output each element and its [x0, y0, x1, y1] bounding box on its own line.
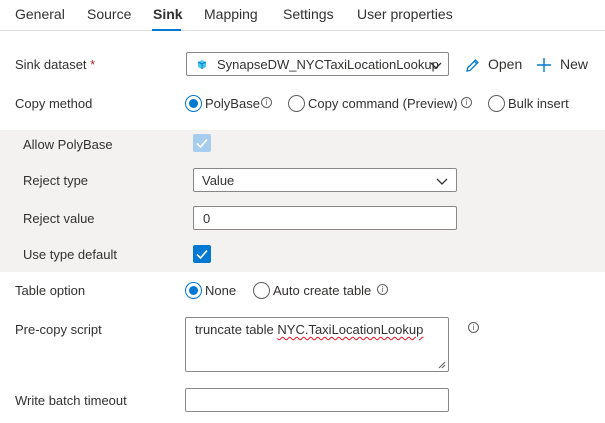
- radio-unselected-icon: [253, 282, 270, 299]
- info-icon[interactable]: i: [468, 322, 479, 333]
- pre-copy-script-textarea[interactable]: truncate table NYC.TaxiLocationLookup: [185, 317, 449, 372]
- sink-dataset-label: Sink dataset *: [15, 57, 96, 72]
- plus-icon: [537, 58, 551, 72]
- table-option-label: Table option: [15, 283, 86, 298]
- tab-general[interactable]: General: [15, 6, 65, 22]
- use-type-default-checkbox[interactable]: [193, 245, 211, 263]
- reject-value-label: Reject value: [23, 211, 95, 226]
- copy-method-label: Copy method: [15, 96, 93, 111]
- write-batch-timeout-label: Write batch timeout: [15, 393, 127, 408]
- sink-dataset-value: SynapseDW_NYCTaxiLocationLookup: [217, 57, 439, 72]
- info-icon[interactable]: i: [461, 97, 472, 108]
- radio-selected-icon: [185, 282, 202, 299]
- tab-bar: General Source Sink Mapping Settings Use…: [0, 0, 605, 31]
- tab-source[interactable]: Source: [87, 6, 131, 22]
- radio-unselected-icon: [488, 95, 505, 112]
- chevron-down-icon: [436, 178, 448, 185]
- checkmark-icon: [196, 249, 208, 260]
- radio-label: Bulk insert: [508, 96, 569, 111]
- radio-selected-icon: [185, 95, 202, 112]
- pre-copy-script-label: Pre-copy script: [15, 322, 102, 337]
- tab-user-properties[interactable]: User properties: [357, 6, 453, 22]
- reject-type-value: Value: [202, 173, 235, 188]
- edit-pencil-icon: [466, 59, 479, 72]
- required-marker: *: [90, 57, 96, 72]
- info-icon[interactable]: i: [261, 97, 272, 108]
- tab-mapping[interactable]: Mapping: [204, 6, 258, 22]
- use-type-default-label: Use type default: [23, 247, 117, 262]
- radio-label: PolyBase: [205, 96, 260, 111]
- synapse-dataset-icon: [197, 60, 207, 69]
- active-tab-indicator: [152, 29, 181, 31]
- new-dataset-button[interactable]: New: [536, 53, 591, 77]
- checkmark-icon: [196, 138, 208, 149]
- table-option-auto-create-radio[interactable]: Auto create table: [253, 281, 378, 301]
- new-label: New: [560, 56, 589, 72]
- chevron-down-icon: [430, 62, 442, 69]
- table-option-none-radio[interactable]: None: [185, 281, 245, 301]
- open-label: Open: [488, 56, 523, 72]
- reject-value-text: 0: [203, 211, 211, 226]
- pre-copy-script-text: truncate table NYC.TaxiLocationLookup: [195, 322, 424, 337]
- allow-polybase-checkbox: [193, 134, 211, 152]
- spellcheck-flagged-text: NYC.TaxiLocationLookup: [277, 322, 424, 337]
- radio-label: Auto create table: [273, 283, 372, 298]
- copy-method-bulk-insert-radio[interactable]: Bulk insert: [488, 94, 578, 114]
- tab-sink[interactable]: Sink: [153, 6, 183, 22]
- allow-polybase-label: Allow PolyBase: [23, 137, 113, 152]
- write-batch-timeout-input[interactable]: [185, 388, 449, 412]
- open-dataset-button[interactable]: Open: [464, 53, 524, 77]
- radio-label: Copy command (Preview): [308, 96, 458, 111]
- resize-handle-icon[interactable]: [438, 361, 446, 369]
- reject-type-dropdown[interactable]: Value: [193, 168, 457, 192]
- sink-dataset-dropdown[interactable]: SynapseDW_NYCTaxiLocationLookup: [186, 52, 449, 76]
- radio-unselected-icon: [288, 95, 305, 112]
- info-icon[interactable]: i: [377, 284, 388, 295]
- copy-method-copy-command-radio[interactable]: Copy command (Preview): [288, 94, 468, 114]
- reject-value-input[interactable]: 0: [193, 206, 457, 230]
- tab-settings[interactable]: Settings: [283, 6, 334, 22]
- radio-label: None: [205, 283, 237, 298]
- reject-type-label: Reject type: [23, 173, 89, 188]
